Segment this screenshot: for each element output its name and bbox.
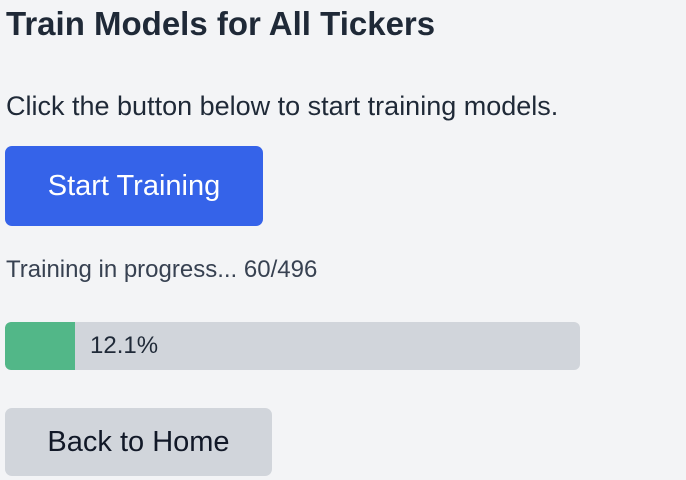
progress-bar-fill [5,322,75,370]
start-training-button[interactable]: Start Training [5,146,263,226]
page-title: Train Models for All Tickers [6,5,436,42]
training-status-text: Training in progress... 60/496 [6,256,318,283]
training-progress-bar: 12.1% [5,322,580,370]
progress-percent-label: 12.1% [90,332,159,359]
train-models-page: Train Models for All Tickers Click the b… [0,0,686,480]
back-to-home-button[interactable]: Back to Home [5,408,272,476]
instructions-text: Click the button below to start training… [6,91,559,121]
